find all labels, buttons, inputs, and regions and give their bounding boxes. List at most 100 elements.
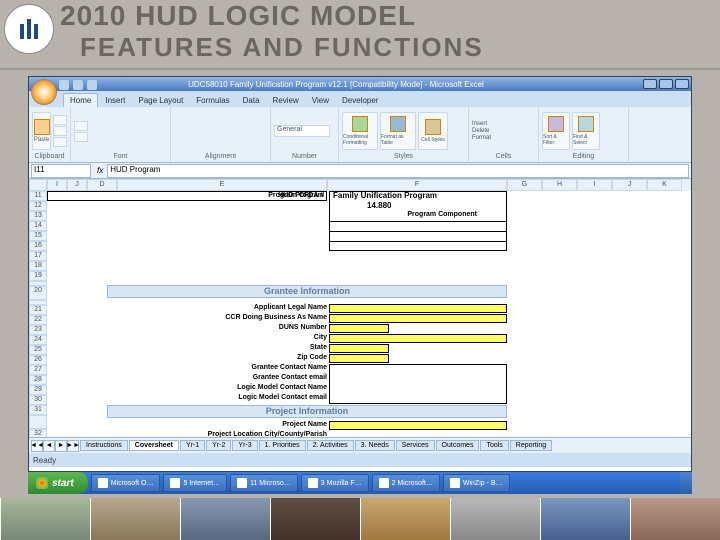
delete-cells-button[interactable]: Delete: [472, 128, 532, 134]
tab-nav-prev[interactable]: ◄: [43, 440, 55, 452]
sheet-tab[interactable]: 1. Priorities: [259, 440, 306, 451]
col-header[interactable]: K: [647, 179, 682, 191]
maximize-button[interactable]: [659, 79, 673, 89]
formula-bar[interactable]: HUD Program: [107, 164, 689, 178]
tab-review[interactable]: Review: [267, 94, 305, 107]
sheet-tab-bar: ◄◄ ◄ ► ►► Instructions Coversheet Yr-1 Y…: [29, 437, 691, 453]
find-select-button[interactable]: Find & Select: [572, 112, 600, 150]
sheet-tab[interactable]: Instructions: [80, 440, 128, 451]
col-header[interactable]: I: [577, 179, 612, 191]
col-header[interactable]: J: [67, 179, 87, 191]
task-item[interactable]: Microsoft O…: [91, 474, 161, 492]
cells-area[interactable]: HUD Program Family Unification Program P…: [47, 191, 691, 437]
label-lm-email: Logic Model Contact email: [127, 394, 327, 401]
cut-button[interactable]: [53, 115, 67, 125]
input-zip[interactable]: [329, 354, 389, 363]
row-header[interactable]: 29: [29, 385, 47, 395]
row-header[interactable]: [29, 415, 47, 429]
row-header[interactable]: 25: [29, 345, 47, 355]
row-header[interactable]: 31: [29, 405, 47, 415]
tab-nav-last[interactable]: ►►: [67, 440, 79, 452]
row-header[interactable]: 28: [29, 375, 47, 385]
col-header[interactable]: E: [117, 179, 327, 191]
sheet-tab-active[interactable]: Coversheet: [129, 440, 179, 451]
task-item[interactable]: 11 Microso…: [230, 474, 298, 492]
sheet-tab[interactable]: Outcomes: [436, 440, 480, 451]
fx-icon[interactable]: fx: [93, 166, 107, 175]
paste-button[interactable]: Paste: [32, 112, 51, 150]
conditional-formatting-button[interactable]: Conditional Formatting: [342, 112, 378, 150]
row-header[interactable]: 13: [29, 211, 47, 221]
close-button[interactable]: [675, 79, 689, 89]
tab-developer[interactable]: Developer: [336, 94, 384, 107]
row-header[interactable]: 16: [29, 241, 47, 251]
row-header[interactable]: 22: [29, 315, 47, 325]
font-family[interactable]: [74, 121, 88, 131]
cell-styles-button[interactable]: Cell Styles: [418, 112, 448, 150]
row-header[interactable]: 14: [29, 221, 47, 231]
input-duns[interactable]: [329, 324, 389, 333]
row-header[interactable]: 20: [29, 286, 47, 300]
insert-cells-button[interactable]: Insert: [472, 121, 532, 127]
col-header[interactable]: G: [507, 179, 542, 191]
task-item[interactable]: WinZip - B…: [443, 474, 510, 492]
row-header[interactable]: 18: [29, 261, 47, 271]
app-icon: [98, 478, 108, 488]
quick-access-toolbar[interactable]: [59, 79, 97, 91]
tab-nav-first[interactable]: ◄◄: [31, 440, 43, 452]
format-cells-button[interactable]: Format: [472, 135, 532, 141]
col-header[interactable]: F: [327, 179, 507, 191]
task-item[interactable]: 3 Mozilla F…: [301, 474, 369, 492]
format-painter-button[interactable]: [53, 137, 67, 147]
copy-button[interactable]: [53, 126, 67, 136]
row-header[interactable]: 32: [29, 429, 47, 437]
col-header[interactable]: H: [542, 179, 577, 191]
row-header[interactable]: 30: [29, 395, 47, 405]
row-header[interactable]: 17: [29, 251, 47, 261]
start-button[interactable]: start: [28, 472, 88, 494]
row-header[interactable]: 11: [29, 191, 47, 201]
sheet-tab[interactable]: Services: [396, 440, 435, 451]
col-header[interactable]: I: [47, 179, 67, 191]
task-item[interactable]: 5 Internet…: [163, 474, 227, 492]
tab-data[interactable]: Data: [237, 94, 266, 107]
row-header[interactable]: 12: [29, 201, 47, 211]
minimize-button[interactable]: [643, 79, 657, 89]
input-ccr[interactable]: [329, 314, 507, 323]
system-tray[interactable]: [680, 472, 692, 494]
sheet-tab[interactable]: Tools: [480, 440, 508, 451]
col-header[interactable]: D: [87, 179, 117, 191]
row-header[interactable]: 27: [29, 365, 47, 375]
number-format-dropdown[interactable]: General: [274, 125, 330, 137]
row-header[interactable]: 19: [29, 271, 47, 281]
sheet-tab[interactable]: 2. Activities: [307, 440, 354, 451]
group-font: Font: [74, 153, 167, 160]
row-header[interactable]: 26: [29, 355, 47, 365]
tab-view[interactable]: View: [306, 94, 335, 107]
office-button[interactable]: [31, 79, 57, 105]
row-header[interactable]: 15: [29, 231, 47, 241]
input-state[interactable]: [329, 344, 389, 353]
sheet-tab[interactable]: 3. Needs: [355, 440, 395, 451]
row-header[interactable]: 24: [29, 335, 47, 345]
sheet-tab[interactable]: Yr-1: [180, 440, 205, 451]
sort-filter-button[interactable]: Sort & Filter: [542, 112, 570, 150]
tab-page-layout[interactable]: Page Layout: [132, 94, 189, 107]
tab-formulas[interactable]: Formulas: [190, 94, 235, 107]
row-header[interactable]: 23: [29, 325, 47, 335]
input-applicant[interactable]: [329, 304, 507, 313]
sheet-tab[interactable]: Yr-3: [232, 440, 257, 451]
bold-button[interactable]: [74, 132, 88, 142]
sheet-tab[interactable]: Yr-2: [206, 440, 231, 451]
name-box[interactable]: I11: [31, 164, 91, 178]
row-header[interactable]: 21: [29, 305, 47, 315]
task-item[interactable]: 2 Microsoft…: [372, 474, 440, 492]
input-city[interactable]: [329, 334, 507, 343]
tab-home[interactable]: Home: [63, 93, 98, 107]
input-project-name[interactable]: [329, 421, 507, 430]
sheet-tab[interactable]: Reporting: [510, 440, 552, 451]
select-all-corner[interactable]: [29, 179, 47, 191]
col-header[interactable]: J: [612, 179, 647, 191]
tab-insert[interactable]: Insert: [99, 94, 131, 107]
format-table-button[interactable]: Format as Table: [380, 112, 416, 150]
